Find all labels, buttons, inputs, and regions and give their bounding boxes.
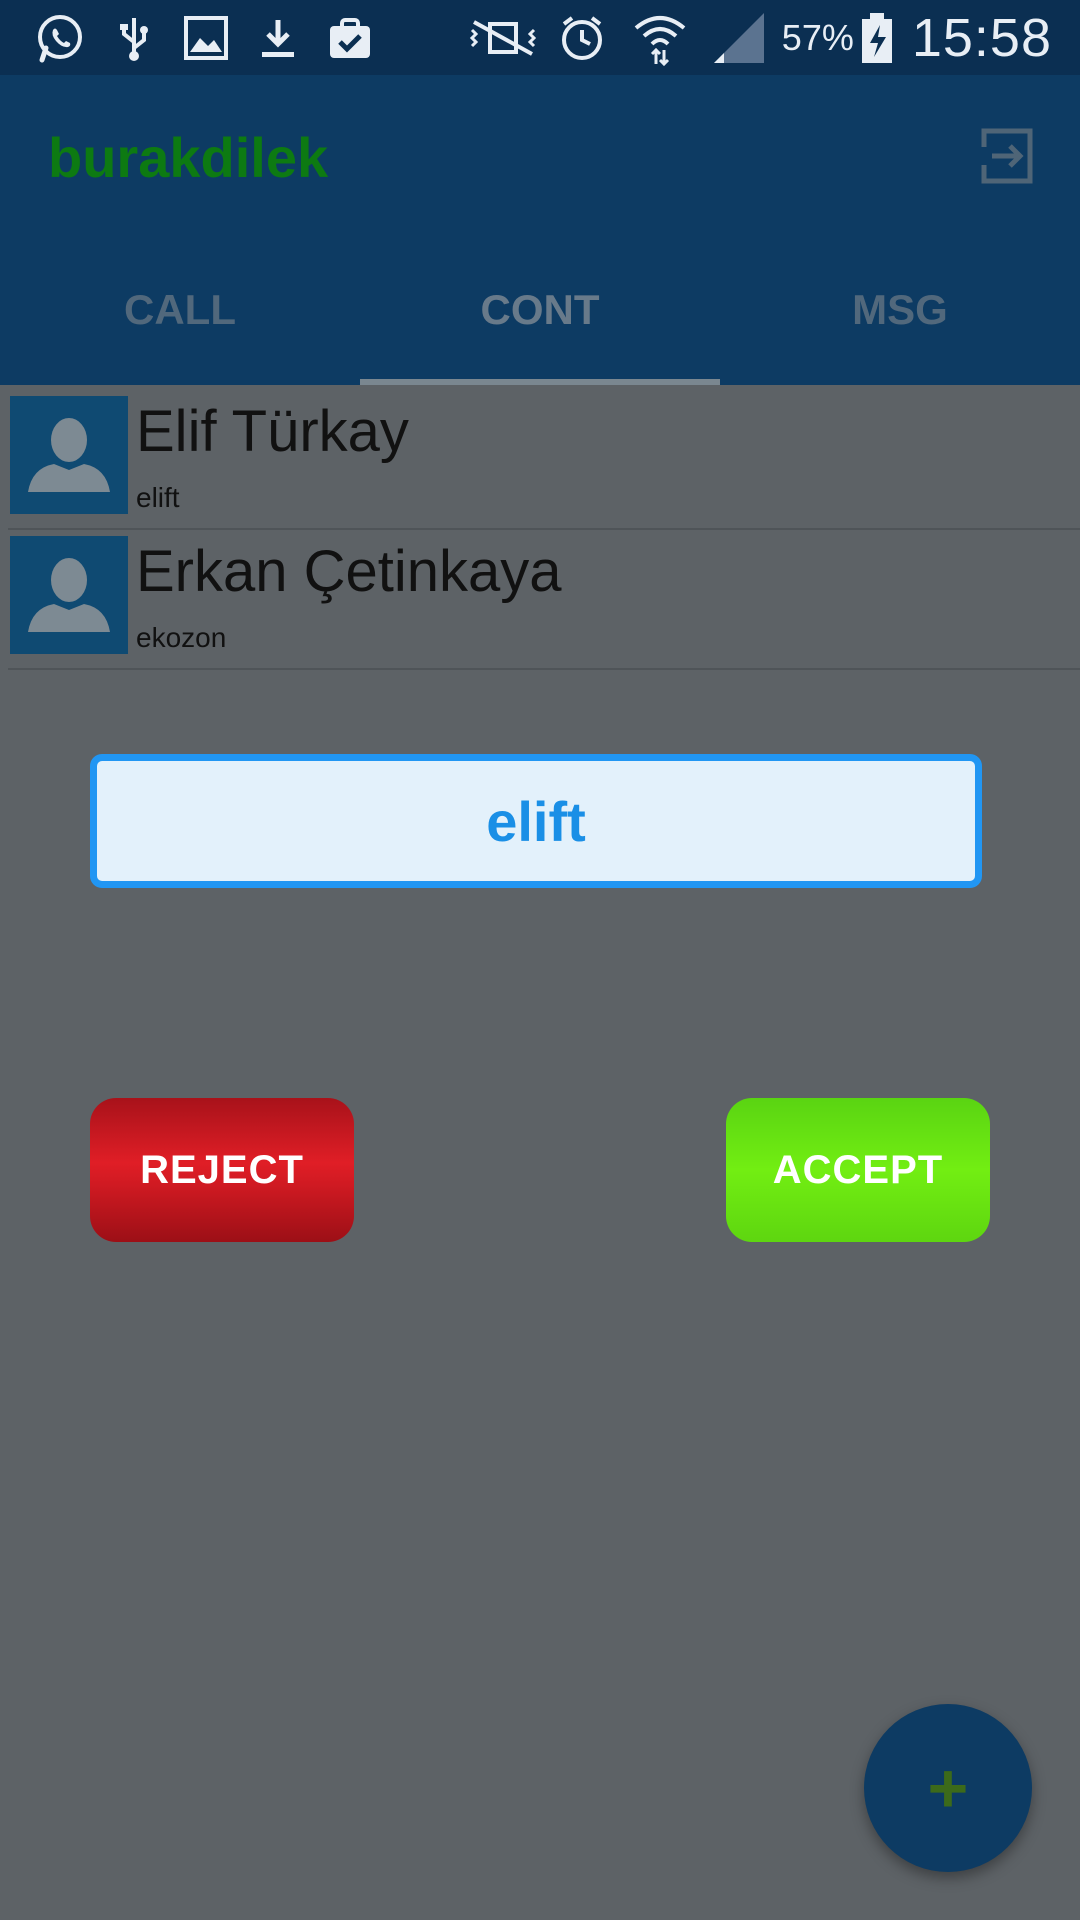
accept-button[interactable]: ACCEPT xyxy=(726,1098,990,1242)
contact-username: ekozon xyxy=(136,622,227,653)
contact-username: elift xyxy=(136,482,180,513)
tab-call[interactable]: CALL xyxy=(0,235,360,385)
whatsapp-icon xyxy=(38,15,82,63)
tab-msg[interactable]: MSG xyxy=(720,235,1080,385)
clipboard-check-icon xyxy=(330,18,370,58)
app-bar: burakdilek CALL CONT MSG xyxy=(0,75,1080,385)
signal-icon xyxy=(713,12,764,63)
app-title: burakdilek xyxy=(48,126,329,189)
contact-row[interactable]: Elif Türkay elift xyxy=(8,390,1080,530)
avatar-placeholder-icon xyxy=(10,396,128,514)
mute-icon xyxy=(469,19,536,56)
logout-icon[interactable] xyxy=(978,125,1040,187)
battery-percent: 57% xyxy=(781,16,854,58)
clock: 15:58 xyxy=(911,7,1052,68)
alarm-icon xyxy=(561,15,602,60)
contact-name: Erkan Çetinkaya xyxy=(136,539,562,604)
usb-icon xyxy=(120,18,148,61)
wifi-icon xyxy=(634,15,686,66)
add-button[interactable]: + xyxy=(864,1704,1032,1872)
image-icon xyxy=(184,16,228,60)
contact-list: Elif Türkay elift Erkan Çetinkaya ekozon xyxy=(0,390,1080,670)
download-icon xyxy=(262,20,294,57)
tab-bar: CALL CONT MSG xyxy=(0,235,1080,385)
status-bar: 57% 15:58 xyxy=(0,0,1080,75)
reject-button[interactable]: REJECT xyxy=(90,1098,354,1242)
tab-cont[interactable]: CONT xyxy=(360,235,720,385)
caller-name-box: elift xyxy=(90,754,982,888)
avatar-placeholder-icon xyxy=(10,536,128,654)
battery-charging-icon xyxy=(861,12,892,63)
contact-row[interactable]: Erkan Çetinkaya ekozon xyxy=(8,530,1080,670)
contact-name: Elif Türkay xyxy=(136,399,409,464)
